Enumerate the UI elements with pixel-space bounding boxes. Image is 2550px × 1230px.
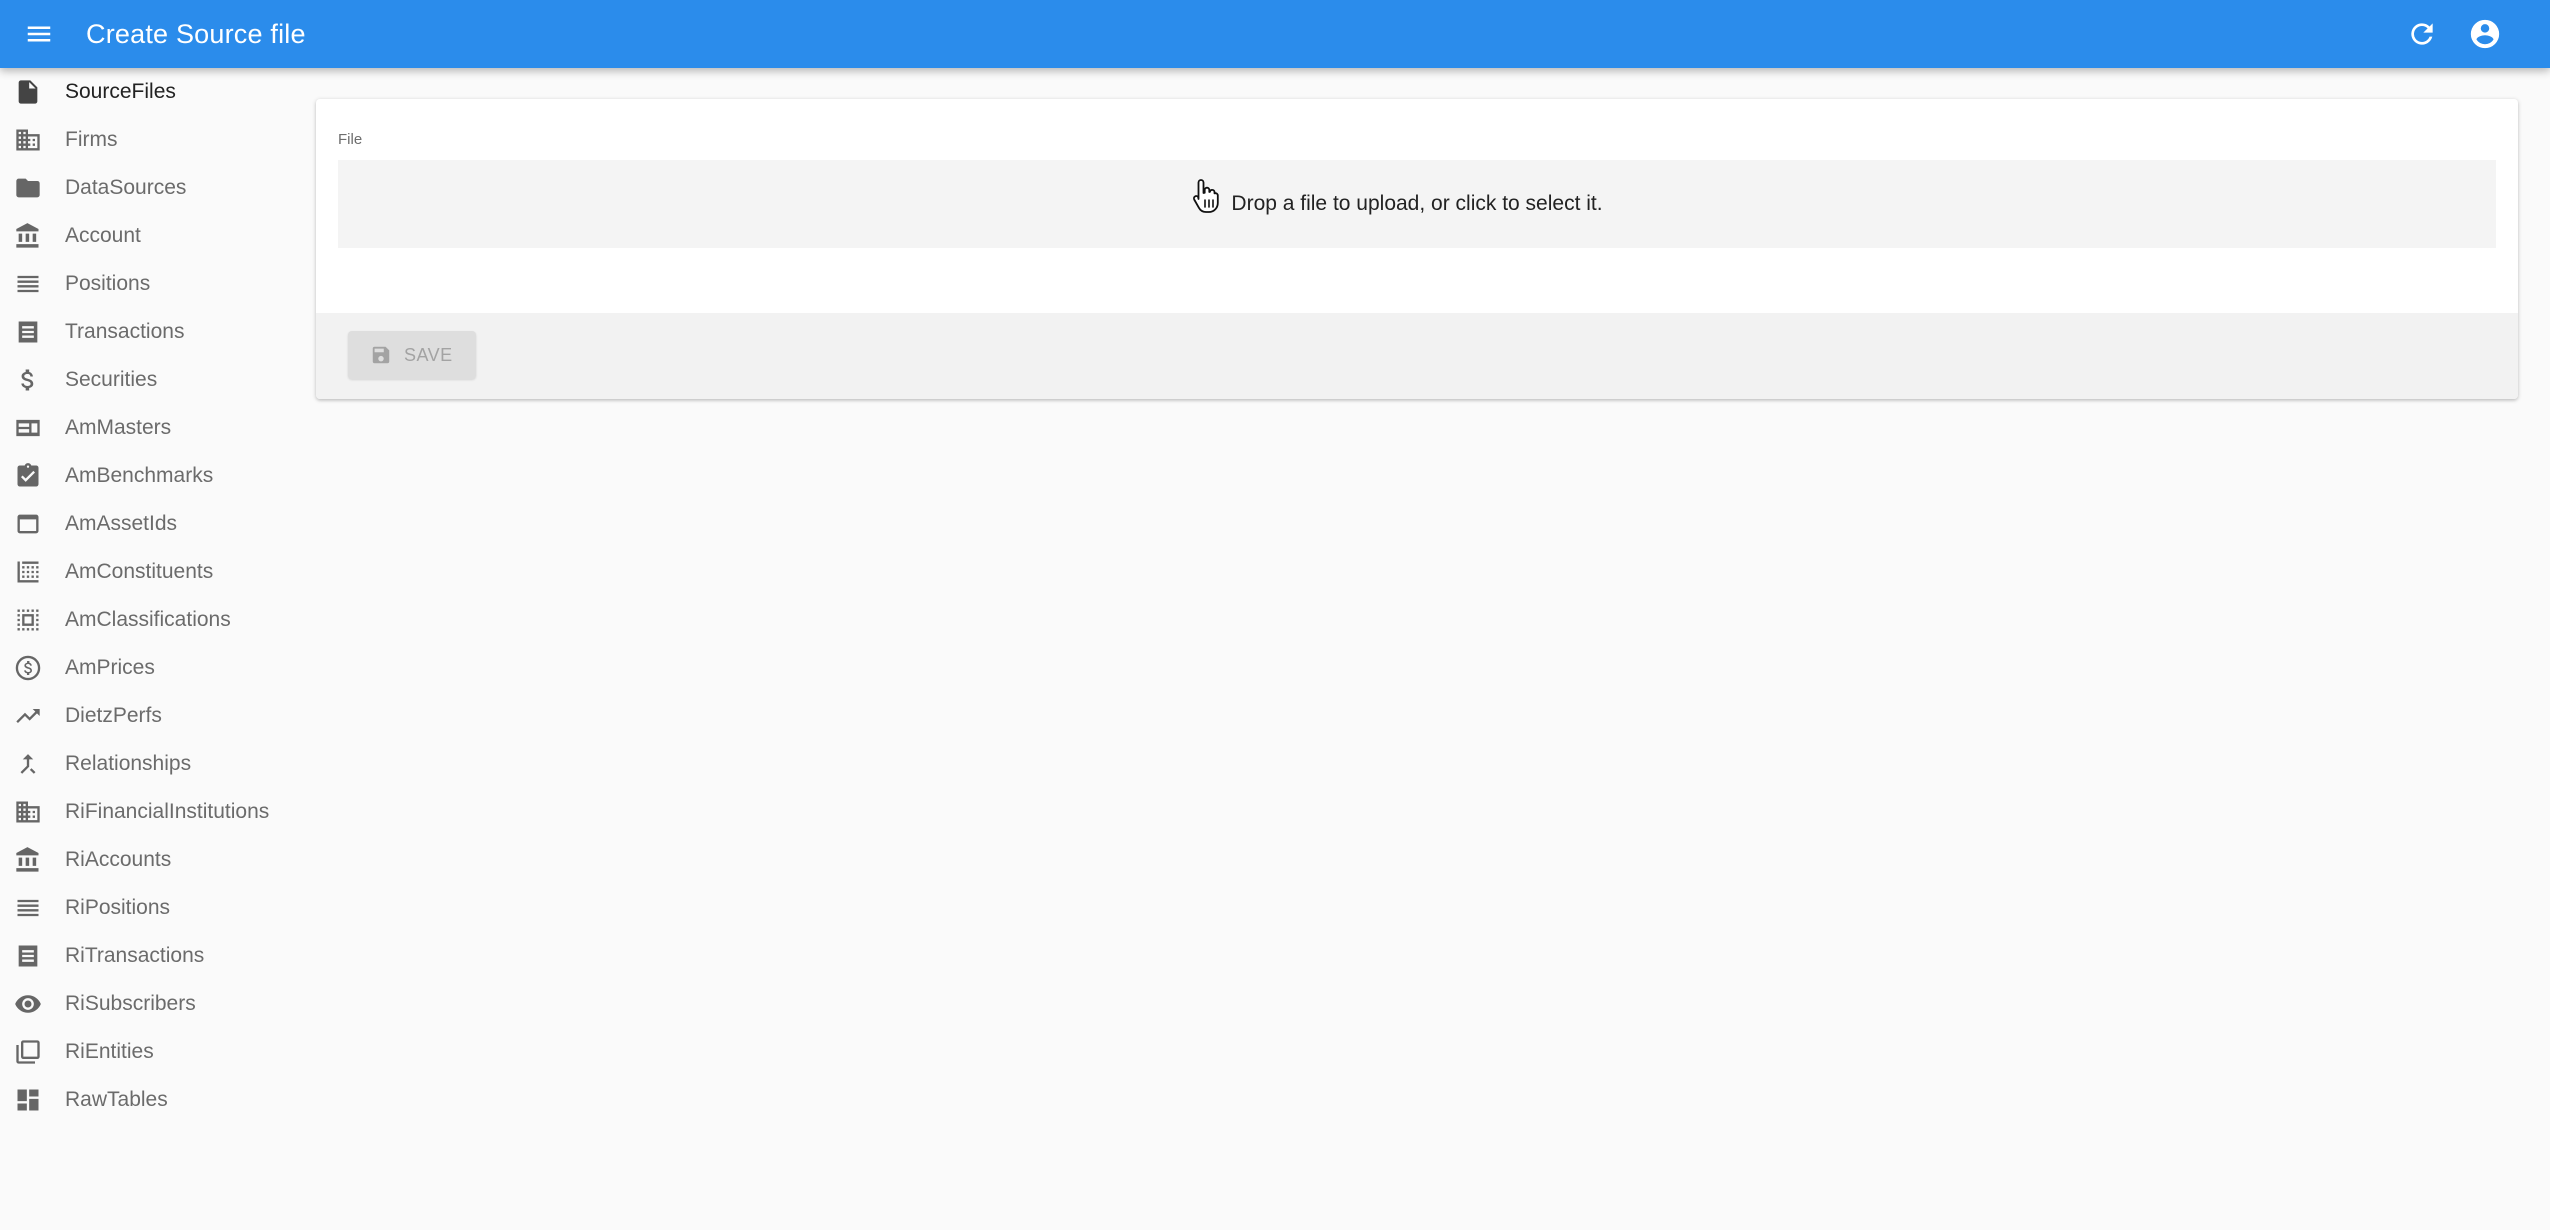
sidebar-item-label: RiPositions (65, 896, 171, 919)
sidebar-item-label: AmBenchmarks (65, 464, 214, 487)
save-button[interactable]: SAVE (348, 331, 476, 379)
sidebar-item-firms[interactable]: Firms (0, 116, 300, 164)
sidebar-item-amconstituents[interactable]: AmConstituents (0, 548, 300, 596)
sidebar-item-rientities[interactable]: RiEntities (0, 1028, 300, 1076)
receipt-list-icon (12, 942, 44, 970)
bank-icon (12, 222, 44, 250)
refresh-icon[interactable] (2406, 18, 2438, 50)
create-form-card: File Drop a file to upload, or click to … (316, 99, 2518, 399)
sidebar-item-relationships[interactable]: Relationships (0, 740, 300, 788)
sidebar-item-rawtables[interactable]: RawTables (0, 1076, 300, 1124)
receipt-list-icon (12, 318, 44, 346)
web-asset-icon (12, 510, 44, 538)
sidebar-item-label: AmAssetIds (65, 512, 178, 535)
assignment-check-icon (12, 462, 44, 490)
file-dropzone[interactable]: Drop a file to upload, or click to selec… (338, 160, 2496, 248)
app-bar: Create Source file (0, 0, 2550, 68)
bank-icon (12, 846, 44, 874)
library-books-icon (12, 1038, 44, 1066)
sidebar-item-datasources[interactable]: DataSources (0, 164, 300, 212)
account-circle-icon[interactable] (2468, 17, 2502, 51)
sidebar-item-ambenchmarks[interactable]: AmBenchmarks (0, 452, 300, 500)
border-clear-icon (12, 558, 44, 586)
sidebar-item-transactions[interactable]: Transactions (0, 308, 300, 356)
sidebar-item-label: RiFinancialInstitutions (65, 800, 270, 823)
sidebar-item-positions[interactable]: Positions (0, 260, 300, 308)
sidebar-item-label: AmClassifications (65, 608, 231, 631)
sidebar-item-label: RawTables (65, 1088, 168, 1111)
sidebar-item-label: Positions (65, 272, 151, 295)
sidebar-item-label: SourceFiles (65, 80, 176, 103)
featured-card-icon (12, 414, 44, 442)
sidebar-item-label: Transactions (65, 320, 185, 343)
sidebar-item-label: Relationships (65, 752, 192, 775)
dropzone-text: Drop a file to upload, or click to selec… (1231, 192, 1603, 215)
page-title: Create Source file (86, 19, 306, 49)
sidebar-item-amprices[interactable]: AmPrices (0, 644, 300, 692)
sidebar-item-label: RiAccounts (65, 848, 172, 871)
folder-icon (12, 174, 44, 202)
dashboard-icon (12, 1086, 44, 1114)
sidebar-item-securities[interactable]: Securities (0, 356, 300, 404)
sidebar-item-label: RiSubscribers (65, 992, 196, 1015)
sidebar-item-label: RiTransactions (65, 944, 205, 967)
sidebar-item-ammasters[interactable]: AmMasters (0, 404, 300, 452)
save-button-label: SAVE (404, 345, 453, 365)
select-all-icon (12, 606, 44, 634)
sidebar-item-label: DietzPerfs (65, 704, 162, 727)
merge-icon (12, 750, 44, 778)
eye-icon (12, 990, 44, 1018)
sidebar-item-ripositions[interactable]: RiPositions (0, 884, 300, 932)
list-icon (12, 270, 44, 298)
sidebar-item-dietzperfs[interactable]: DietzPerfs (0, 692, 300, 740)
trending-up-icon (12, 702, 44, 730)
domain-icon (12, 126, 44, 154)
monetization-icon (12, 654, 44, 682)
sidebar-item-risubscribers[interactable]: RiSubscribers (0, 980, 300, 1028)
sidebar-item-account[interactable]: Account (0, 212, 300, 260)
sidebar-item-label: Account (65, 224, 141, 247)
sidebar-item-label: DataSources (65, 176, 187, 199)
sidebar-item-label: RiEntities (65, 1040, 154, 1063)
sidebar-item-amclassifications[interactable]: AmClassifications (0, 596, 300, 644)
list-icon (12, 894, 44, 922)
sidebar-item-riaccounts[interactable]: RiAccounts (0, 836, 300, 884)
domain-icon (12, 798, 44, 826)
sidebar-item-label: Securities (65, 368, 158, 391)
sidebar-item-sourcefiles[interactable]: SourceFiles (0, 68, 300, 116)
file-field-label: File (338, 131, 363, 148)
sidebar-item-label: Firms (65, 128, 118, 151)
sidebar-item-label: AmPrices (65, 656, 155, 679)
sidebar-item-label: AmConstituents (65, 560, 214, 583)
dollar-icon (12, 366, 44, 394)
sidebar-item-rifinancialinstitutions[interactable]: RiFinancialInstitutions (0, 788, 300, 836)
form-toolbar: SAVE (316, 313, 2518, 399)
sidebar-item-ritransactions[interactable]: RiTransactions (0, 932, 300, 980)
sidebar-item-label: AmMasters (65, 416, 172, 439)
sidebar-item-amassetids[interactable]: AmAssetIds (0, 500, 300, 548)
menu-icon[interactable] (24, 19, 54, 49)
save-icon (370, 344, 392, 366)
sidebar: SourceFiles Firms DataSources Account Po… (0, 68, 300, 1230)
file-icon (12, 78, 44, 106)
